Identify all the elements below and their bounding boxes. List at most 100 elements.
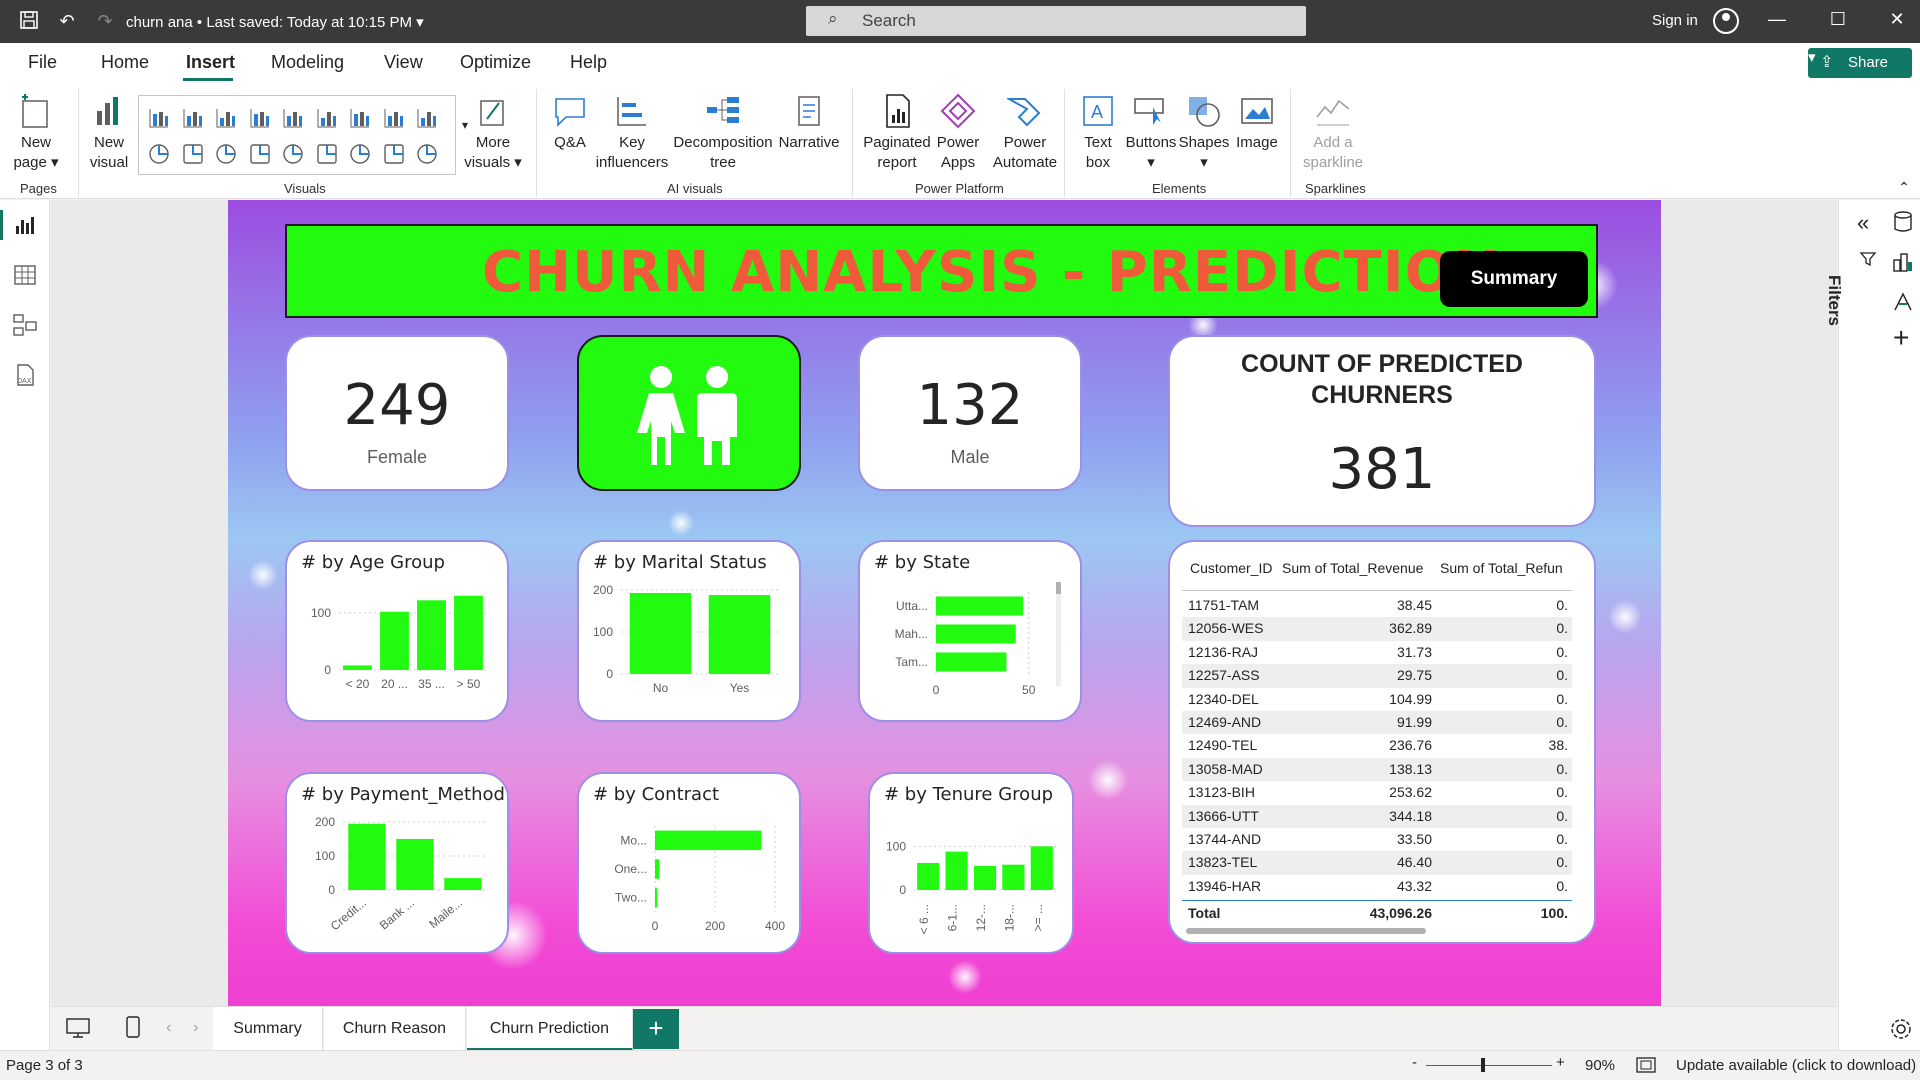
menu-view[interactable]: View (384, 52, 423, 73)
zoom-slider-thumb[interactable] (1481, 1058, 1485, 1072)
female-count-card[interactable]: 249 Female (285, 335, 509, 491)
collapse-filters-icon[interactable]: « (1857, 210, 1869, 236)
more-visuals-button[interactable]: More visuals ▾ (460, 93, 526, 173)
gauge-visual-icon[interactable] (281, 142, 305, 166)
payment-method-chart[interactable]: # by Payment_Method 0 100 200 Credit... Bank… (285, 772, 509, 954)
menu-file[interactable]: File (28, 52, 57, 73)
report-page[interactable]: CHURN ANALYSIS - PREDICTION Summary 249 … (228, 200, 1661, 1006)
100pct-column-visual-icon[interactable] (315, 106, 339, 130)
table-visual-icon[interactable] (382, 142, 406, 166)
maximize-icon[interactable]: ☐ (1823, 9, 1853, 33)
card-visual-icon[interactable] (315, 142, 339, 166)
table-header[interactable]: Customer_ID Sum of Total_Revenue Sum of To… (1182, 560, 1582, 584)
table-row[interactable]: 12490-TEL 236.76 38. (1182, 734, 1572, 757)
buttons-button[interactable]: Buttons ▾ (1124, 93, 1178, 173)
pie-visual-icon[interactable] (147, 142, 171, 166)
add-page-button[interactable]: + (633, 1009, 679, 1049)
zoom-slider[interactable] (1426, 1065, 1552, 1066)
new-visual-button[interactable]: New visual (84, 93, 134, 173)
map-visual-icon[interactable] (248, 142, 272, 166)
settings-gear-icon[interactable] (1889, 1017, 1913, 1041)
table-row[interactable]: 12469-AND 91.99 0. (1182, 711, 1572, 735)
area-visual-icon[interactable] (382, 106, 406, 130)
state-chart[interactable]: # by State 0 50 Utta... Mah... Tam... (858, 540, 1082, 722)
dax-query-view-icon[interactable]: DAX (12, 362, 38, 388)
power-apps-button[interactable]: Power Apps (934, 93, 982, 173)
customer-table-card[interactable]: Customer_ID Sum of Total_Revenue Sum of To… (1168, 540, 1596, 944)
table-row[interactable]: 13744-AND 33.50 0. (1182, 828, 1572, 851)
model-view-icon[interactable] (12, 312, 38, 338)
clustered-column-visual-icon[interactable] (248, 106, 272, 130)
zoom-in-icon[interactable]: + (1556, 1054, 1565, 1071)
summary-nav-button[interactable]: Summary (1440, 251, 1588, 307)
tenure-group-chart[interactable]: # by Tenure Group 0 100 < 6 ... 6-1... 12-..… (868, 772, 1074, 954)
new-page-button[interactable]: New page ▾ (10, 93, 62, 173)
fit-to-page-icon[interactable] (1636, 1057, 1656, 1073)
search-box[interactable]: ⌕ Search (806, 6, 1306, 36)
narrative-button[interactable]: Narrative (776, 93, 842, 153)
table-row[interactable]: 13058-MAD 138.13 0. (1182, 757, 1572, 782)
age-group-chart[interactable]: # by Age Group 0 100 < 20 20 ... 35 ... > 50 (285, 540, 509, 722)
clustered-bar-visual-icon[interactable] (214, 106, 238, 130)
line-visual-icon[interactable] (348, 106, 372, 130)
table-row[interactable]: 11751-TAM 38.45 0. (1182, 594, 1572, 617)
horizontal-scrollbar[interactable] (1186, 928, 1426, 935)
format-icon[interactable] (1891, 290, 1915, 314)
marital-status-chart[interactable]: # by Marital Status 0 100 200 No Yes (577, 540, 801, 722)
menu-insert[interactable]: Insert (186, 52, 235, 73)
stacked-bar-visual-icon[interactable] (147, 106, 171, 130)
minimize-icon[interactable]: — (1762, 9, 1792, 33)
table-row[interactable]: 12056-WES 362.89 0. (1182, 617, 1572, 641)
key-influencers-button[interactable]: Key influencers (594, 93, 670, 173)
table-row[interactable]: 12257-ASS 29.75 0. (1182, 664, 1572, 688)
avatar-icon[interactable] (1713, 8, 1739, 34)
qa-button[interactable]: Q&A (546, 93, 594, 153)
table-row[interactable]: 13666-UTT 344.18 0. (1182, 804, 1572, 828)
menu-home[interactable]: Home (101, 52, 149, 73)
line-column-visual-icon[interactable] (415, 106, 439, 130)
data-pane-icon[interactable] (1891, 210, 1915, 234)
contract-chart[interactable]: # by Contract 0 200 400 Mo... One... Two... (577, 772, 801, 954)
tab-churn-reason[interactable]: Churn Reason (324, 1007, 466, 1051)
column-header[interactable]: Sum of Total_Refun (1440, 560, 1563, 576)
collapse-ribbon-icon[interactable]: ⌃ (1896, 177, 1912, 197)
menu-help[interactable]: Help (570, 52, 607, 73)
table-row[interactable]: 13823-TEL 46.40 0. (1182, 851, 1572, 875)
table-row[interactable]: 13946-HAR 43.32 0. (1182, 875, 1572, 898)
multirow-card-visual-icon[interactable] (348, 142, 372, 166)
image-button[interactable]: Image (1232, 93, 1282, 153)
update-available-link[interactable]: Update available (click to download) (1676, 1057, 1916, 1074)
table-row[interactable]: 12136-RAJ 31.73 0. (1182, 641, 1572, 664)
filter-icon[interactable] (1859, 250, 1877, 268)
next-page-icon[interactable]: › (193, 1019, 198, 1037)
stacked-column-visual-icon[interactable] (181, 106, 205, 130)
undo-icon[interactable]: ↶ (56, 10, 78, 32)
report-view-icon[interactable] (12, 212, 38, 238)
tab-summary[interactable]: Summary (213, 1007, 323, 1051)
redo-icon[interactable]: ↷ (94, 10, 116, 32)
visuals-gallery[interactable] (138, 95, 456, 175)
donut-visual-icon[interactable] (181, 142, 205, 166)
save-icon[interactable] (18, 10, 40, 32)
mobile-layout-icon[interactable] (125, 1015, 141, 1039)
power-automate-button[interactable]: Power Automate (988, 93, 1062, 173)
build-visual-icon[interactable] (1891, 250, 1915, 274)
add-pane-icon[interactable]: + (1893, 322, 1909, 354)
tab-churn-prediction[interactable]: Churn Prediction (467, 1007, 633, 1051)
filters-pane-label[interactable]: Filters (1824, 275, 1844, 326)
table-row[interactable]: 13123-BIH 253.62 0. (1182, 781, 1572, 804)
matrix-visual-icon[interactable] (415, 142, 439, 166)
zoom-out-icon[interactable]: - (1412, 1054, 1417, 1071)
menu-optimize[interactable]: Optimize (460, 52, 531, 73)
add-sparkline-button[interactable]: Add a sparkline (1300, 93, 1366, 173)
document-title[interactable]: churn ana • Last saved: Today at 10:15 P… (126, 13, 424, 31)
close-icon[interactable]: ✕ (1882, 9, 1912, 33)
column-header[interactable]: Sum of Total_Revenue (1282, 560, 1423, 576)
sign-in-link[interactable]: Sign in (1652, 12, 1698, 29)
shapes-button[interactable]: Shapes ▾ (1178, 93, 1230, 173)
table-row[interactable]: 12340-DEL 104.99 0. (1182, 688, 1572, 711)
treemap-visual-icon[interactable] (214, 142, 238, 166)
table-view-icon[interactable] (12, 262, 38, 288)
100pct-bar-visual-icon[interactable] (281, 106, 305, 130)
share-button[interactable]: ⇪ Share ▾ (1808, 48, 1912, 78)
